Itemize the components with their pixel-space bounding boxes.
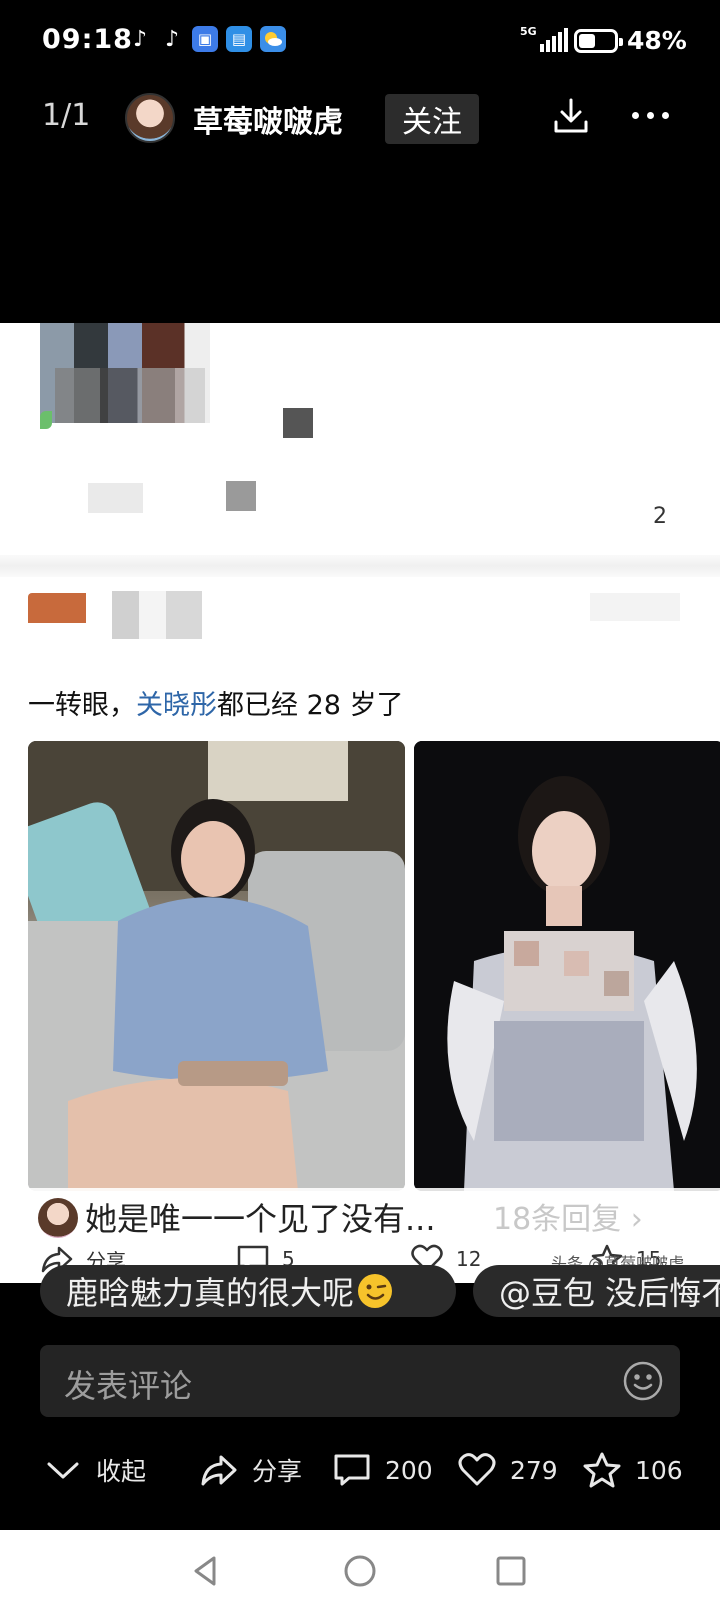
pixelated-area <box>28 593 86 623</box>
emoji-icon[interactable] <box>622 1360 664 1402</box>
post-text: 一转眼，关晓彤都已经 28 岁了 <box>28 683 404 722</box>
like-count: 279 <box>510 1455 558 1485</box>
pixelated-area <box>40 411 52 429</box>
pixelated-area <box>590 593 680 621</box>
app-icon: ▣ <box>192 26 218 52</box>
system-nav-bar <box>0 1530 720 1610</box>
reply-text: 她是唯一一个见了没有... <box>85 1200 436 1238</box>
favorite-button[interactable]: 106 <box>583 1452 683 1488</box>
book-icon: ▤ <box>226 26 252 52</box>
network-type: 5G <box>520 25 537 38</box>
share-label: 分享 <box>252 1457 303 1486</box>
battery-icon <box>574 29 623 53</box>
pixelated-area <box>88 483 143 513</box>
comment-placeholder: 发表评论 <box>64 1367 193 1405</box>
pixelated-area <box>226 481 256 511</box>
heart-icon <box>458 1453 496 1486</box>
share-icon <box>201 1455 237 1486</box>
suggestion-chip-1[interactable]: 鹿晗魅力真的很大呢 <box>40 1265 456 1317</box>
page-counter: 1/1 <box>42 98 91 133</box>
collapse-label: 收起 <box>96 1457 147 1486</box>
battery-percent: 48% <box>627 26 687 55</box>
pixelated-area <box>55 368 205 423</box>
author-name[interactable]: 草莓啵啵虎 <box>193 97 343 141</box>
pixelated-area <box>112 591 202 639</box>
comment-button[interactable]: 200 <box>333 1452 433 1488</box>
comment-suggestions: 鹿晗魅力真的很大呢 @豆包 没后悔不 <box>0 1265 720 1323</box>
reply-count-link[interactable]: 18条回复 › <box>493 1194 643 1238</box>
status-bar: 09:18 ♪ ♪ ▣ ▤ 5G 48% <box>0 0 720 82</box>
tiktok-icon: ♪ <box>164 26 180 52</box>
chevron-down-icon <box>47 1462 79 1479</box>
suggestion-chip-label: @豆包 没后悔不 <box>499 1274 720 1312</box>
pixelated-area <box>283 408 313 438</box>
tiktok-icon: ♪ <box>132 26 148 52</box>
more-icon[interactable] <box>632 112 669 119</box>
like-button[interactable]: 279 <box>458 1452 558 1488</box>
recents-icon[interactable] <box>494 1554 528 1588</box>
post-screenshot[interactable]: 2 一转眼，关晓彤都已经 28 岁了 她是唯一一个见了没有... 18条回复 ›… <box>0 323 720 1283</box>
post-text-suffix: 都已经 28 岁了 <box>217 690 404 721</box>
comment-input[interactable]: 发表评论 <box>40 1345 680 1417</box>
star-icon <box>583 1452 621 1488</box>
divider <box>0 555 720 577</box>
download-icon[interactable] <box>551 96 591 136</box>
suggestion-chip-2[interactable]: @豆包 没后悔不 <box>473 1265 720 1317</box>
weather-icon <box>260 26 286 52</box>
post-mention-link[interactable]: 关晓彤 <box>136 690 217 721</box>
collapse-button[interactable]: 收起 <box>44 1452 146 1488</box>
suggestion-chip-label: 鹿晗魅力真的很大呢 <box>66 1274 355 1312</box>
post-text-prefix: 一转眼， <box>28 690 136 721</box>
photo-right[interactable] <box>414 741 720 1191</box>
post-number: 2 <box>653 504 667 529</box>
home-icon[interactable] <box>343 1554 377 1588</box>
photo-left[interactable] <box>28 741 405 1191</box>
follow-button[interactable]: 关注 <box>385 94 479 144</box>
reply-avatar <box>38 1198 78 1238</box>
author-avatar[interactable] <box>125 93 175 143</box>
notification-icons: ♪ ♪ ▣ ▤ <box>128 26 286 52</box>
wink-emoji-icon <box>358 1274 393 1308</box>
share-button[interactable]: 分享 <box>200 1452 302 1488</box>
status-time: 09:18 <box>42 24 133 55</box>
favorite-count: 106 <box>635 1455 683 1485</box>
comment-count: 200 <box>385 1455 433 1485</box>
back-icon[interactable] <box>188 1554 222 1588</box>
post-action-bar: 收起 分享 200 279 106 <box>0 1440 720 1510</box>
comment-icon <box>334 1454 370 1486</box>
viewer-header: 1/1 草莓啵啵虎 关注 <box>0 82 720 154</box>
